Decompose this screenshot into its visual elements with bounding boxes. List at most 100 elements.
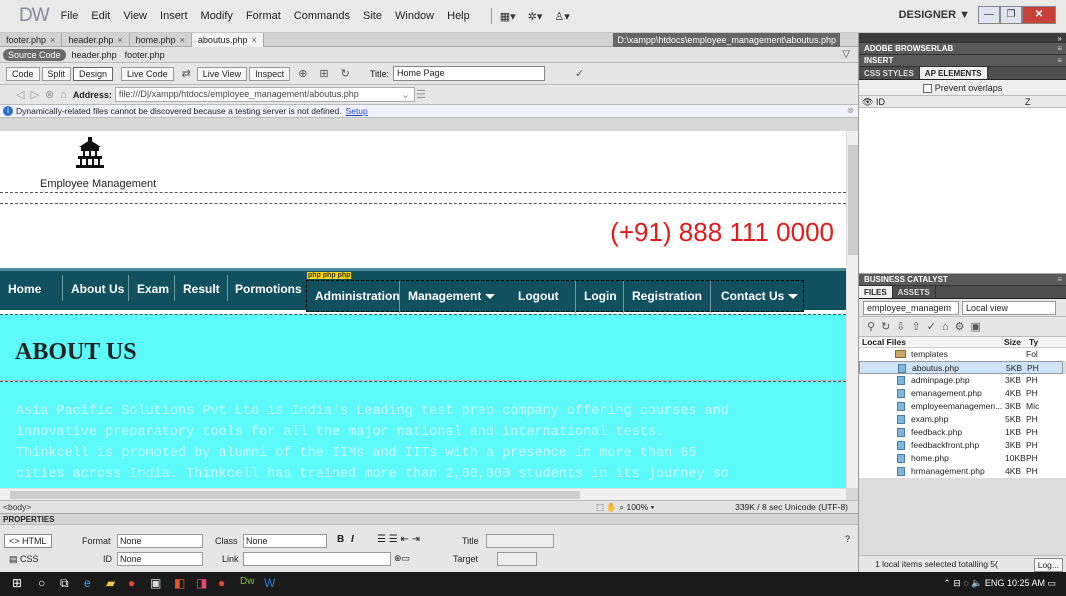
- edge-icon[interactable]: e: [84, 576, 91, 590]
- tab-ap-elements[interactable]: AP ELEMENTS: [919, 67, 988, 79]
- related-file-footer[interactable]: footer.php: [125, 50, 165, 60]
- zoom-select[interactable]: ⬚ ✋ ⌕ 100% ▾: [596, 502, 654, 513]
- app-icon[interactable]: ◨: [196, 576, 207, 590]
- browse-options-icon[interactable]: ☰: [416, 88, 426, 101]
- dock-collapse[interactable]: »: [859, 33, 1066, 43]
- files-list[interactable]: templates Fol aboutus.php 5KB PH adminpage.ph…: [859, 348, 1066, 478]
- nav-login[interactable]: Login: [584, 289, 617, 303]
- file-explorer-icon[interactable]: ▰: [106, 576, 115, 590]
- search-icon[interactable]: ○: [38, 576, 45, 590]
- panel-menu-icon[interactable]: ≡: [1057, 43, 1062, 55]
- split-view-button[interactable]: Split: [41, 66, 72, 81]
- nav-administration[interactable]: Administration: [315, 289, 400, 303]
- put-icon[interactable]: ⇧: [912, 320, 927, 333]
- design-view[interactable]: Employee Management (+91) 888 111 0000 H…: [0, 131, 858, 488]
- address-input[interactable]: file:///D|/xampp/htdocs/employee_managem…: [114, 87, 415, 102]
- nav-contact-us[interactable]: Contact Us: [721, 289, 799, 303]
- list-buttons[interactable]: ☰ ☰ ⇤ ⇥: [377, 534, 420, 545]
- chrome-icon[interactable]: ●: [218, 576, 225, 590]
- menu-commands[interactable]: Commands: [294, 10, 350, 22]
- check-page-icon[interactable]: ✓: [575, 67, 584, 80]
- back-icon[interactable]: ◁: [16, 88, 24, 101]
- tab-assets[interactable]: ASSETS: [893, 286, 936, 298]
- nav-exam[interactable]: Exam: [137, 279, 169, 299]
- layout-icon[interactable]: ▦▾: [500, 10, 516, 23]
- menu-file[interactable]: File: [61, 10, 79, 22]
- tab-files[interactable]: FILES: [859, 286, 893, 298]
- tag-selector[interactable]: <body>: [3, 502, 31, 512]
- tray-icons[interactable]: ⌃ ⊟ ◌ 🔈: [943, 578, 985, 588]
- panel-browserlab[interactable]: ADOBE BROWSERLAB ≡: [859, 43, 1066, 55]
- menu-site[interactable]: Site: [363, 10, 382, 22]
- pointer-icon[interactable]: ⬚ ✋ ⌕: [596, 502, 626, 512]
- nav-logout[interactable]: Logout: [518, 289, 559, 303]
- close-tab-icon[interactable]: ×: [251, 35, 256, 45]
- extend-icon[interactable]: ✲▾: [528, 10, 543, 23]
- chrome-icon[interactable]: ●: [128, 576, 135, 590]
- class-select[interactable]: None: [243, 534, 327, 548]
- site-select[interactable]: employee_managem: [863, 300, 959, 315]
- target-select[interactable]: [497, 552, 537, 566]
- format-select[interactable]: None: [117, 534, 203, 548]
- tab-css-styles[interactable]: CSS STYLES: [859, 67, 920, 79]
- nav-registration[interactable]: Registration: [632, 289, 702, 303]
- sync-icon[interactable]: ⇄: [182, 67, 191, 80]
- live-code-button[interactable]: Live Code: [121, 66, 174, 81]
- ap-elements-list[interactable]: 👁 ID Z: [859, 96, 1066, 274]
- source-code-button[interactable]: Source Code: [3, 48, 66, 61]
- expand-icon[interactable]: ▣: [970, 320, 986, 333]
- file-row[interactable]: feedback.php 1KB PH: [859, 426, 1066, 439]
- file-row[interactable]: employeemanagemen... 3KB Mic: [859, 400, 1066, 413]
- site-icon[interactable]: ♙▾: [554, 10, 569, 23]
- clock[interactable]: 10:25 AM: [1007, 578, 1045, 588]
- word-icon[interactable]: W: [264, 576, 275, 590]
- panel-menu-icon[interactable]: ≡: [1057, 55, 1062, 67]
- scroll-thumb[interactable]: [10, 491, 580, 499]
- nav-home[interactable]: Home: [8, 279, 41, 299]
- point-to-file-icon[interactable]: ⊕▭: [394, 553, 410, 564]
- related-file-header[interactable]: header.php: [72, 50, 117, 60]
- connect-icon[interactable]: ⚲: [867, 320, 881, 333]
- file-row[interactable]: templates Fol: [859, 348, 1066, 361]
- menu-window[interactable]: Window: [395, 10, 434, 22]
- file-row[interactable]: adminpage.php 3KB PH: [859, 374, 1066, 387]
- menu-edit[interactable]: Edit: [91, 10, 110, 22]
- address-dropdown-icon[interactable]: ⌄: [401, 88, 410, 101]
- menu-help[interactable]: Help: [447, 10, 470, 22]
- code-view-button[interactable]: Code: [6, 66, 40, 81]
- get-icon[interactable]: ⇩: [896, 320, 911, 333]
- close-icon[interactable]: ✕: [1022, 6, 1056, 24]
- log-button[interactable]: Log...: [1033, 558, 1063, 572]
- preview-icon[interactable]: ⊕: [298, 67, 307, 80]
- task-view-icon[interactable]: ⧉: [60, 576, 69, 591]
- notifications-icon[interactable]: ▭: [1047, 578, 1056, 588]
- file-row[interactable]: emanagement.php 4KB PH: [859, 387, 1066, 400]
- close-tab-icon[interactable]: ×: [180, 35, 185, 45]
- panel-menu-icon[interactable]: ≡: [1057, 274, 1062, 286]
- file-row[interactable]: aboutus.php 5KB PH: [859, 361, 1063, 374]
- tab-footer[interactable]: footer.php ×: [0, 32, 63, 47]
- restore-icon[interactable]: ❐: [1000, 6, 1022, 24]
- file-row[interactable]: hrmanagement.php 4KB PH: [859, 465, 1066, 478]
- panel-business-catalyst[interactable]: BUSINESS CATALYST ≡: [859, 274, 1066, 286]
- scroll-thumb[interactable]: [848, 145, 858, 255]
- prevent-overlaps-checkbox[interactable]: [922, 84, 932, 94]
- nav-about-us[interactable]: About Us: [71, 279, 124, 299]
- italic-button[interactable]: I: [351, 534, 354, 545]
- inspect-button[interactable]: Inspect: [249, 66, 291, 81]
- refresh-icon[interactable]: ↻: [881, 320, 896, 333]
- forward-icon[interactable]: ▷: [30, 88, 38, 101]
- multiscreen-icon[interactable]: ⊞: [319, 67, 328, 80]
- setup-link[interactable]: Setup: [346, 106, 368, 116]
- close-info-icon[interactable]: ⊗: [847, 105, 854, 116]
- close-tab-icon[interactable]: ×: [117, 35, 122, 45]
- workspace-switcher[interactable]: DESIGNER ▼: [899, 9, 970, 21]
- title-prop-input[interactable]: [486, 534, 554, 548]
- view-select[interactable]: Local view: [962, 300, 1056, 315]
- dreamweaver-taskbar-icon[interactable]: Dw: [240, 576, 254, 587]
- refresh-icon[interactable]: ↻: [341, 67, 350, 80]
- vertical-scrollbar[interactable]: [846, 131, 858, 488]
- home-icon[interactable]: ⌂: [60, 89, 67, 101]
- checkout-icon[interactable]: ✓: [927, 320, 942, 333]
- horizontal-scrollbar[interactable]: [0, 488, 846, 500]
